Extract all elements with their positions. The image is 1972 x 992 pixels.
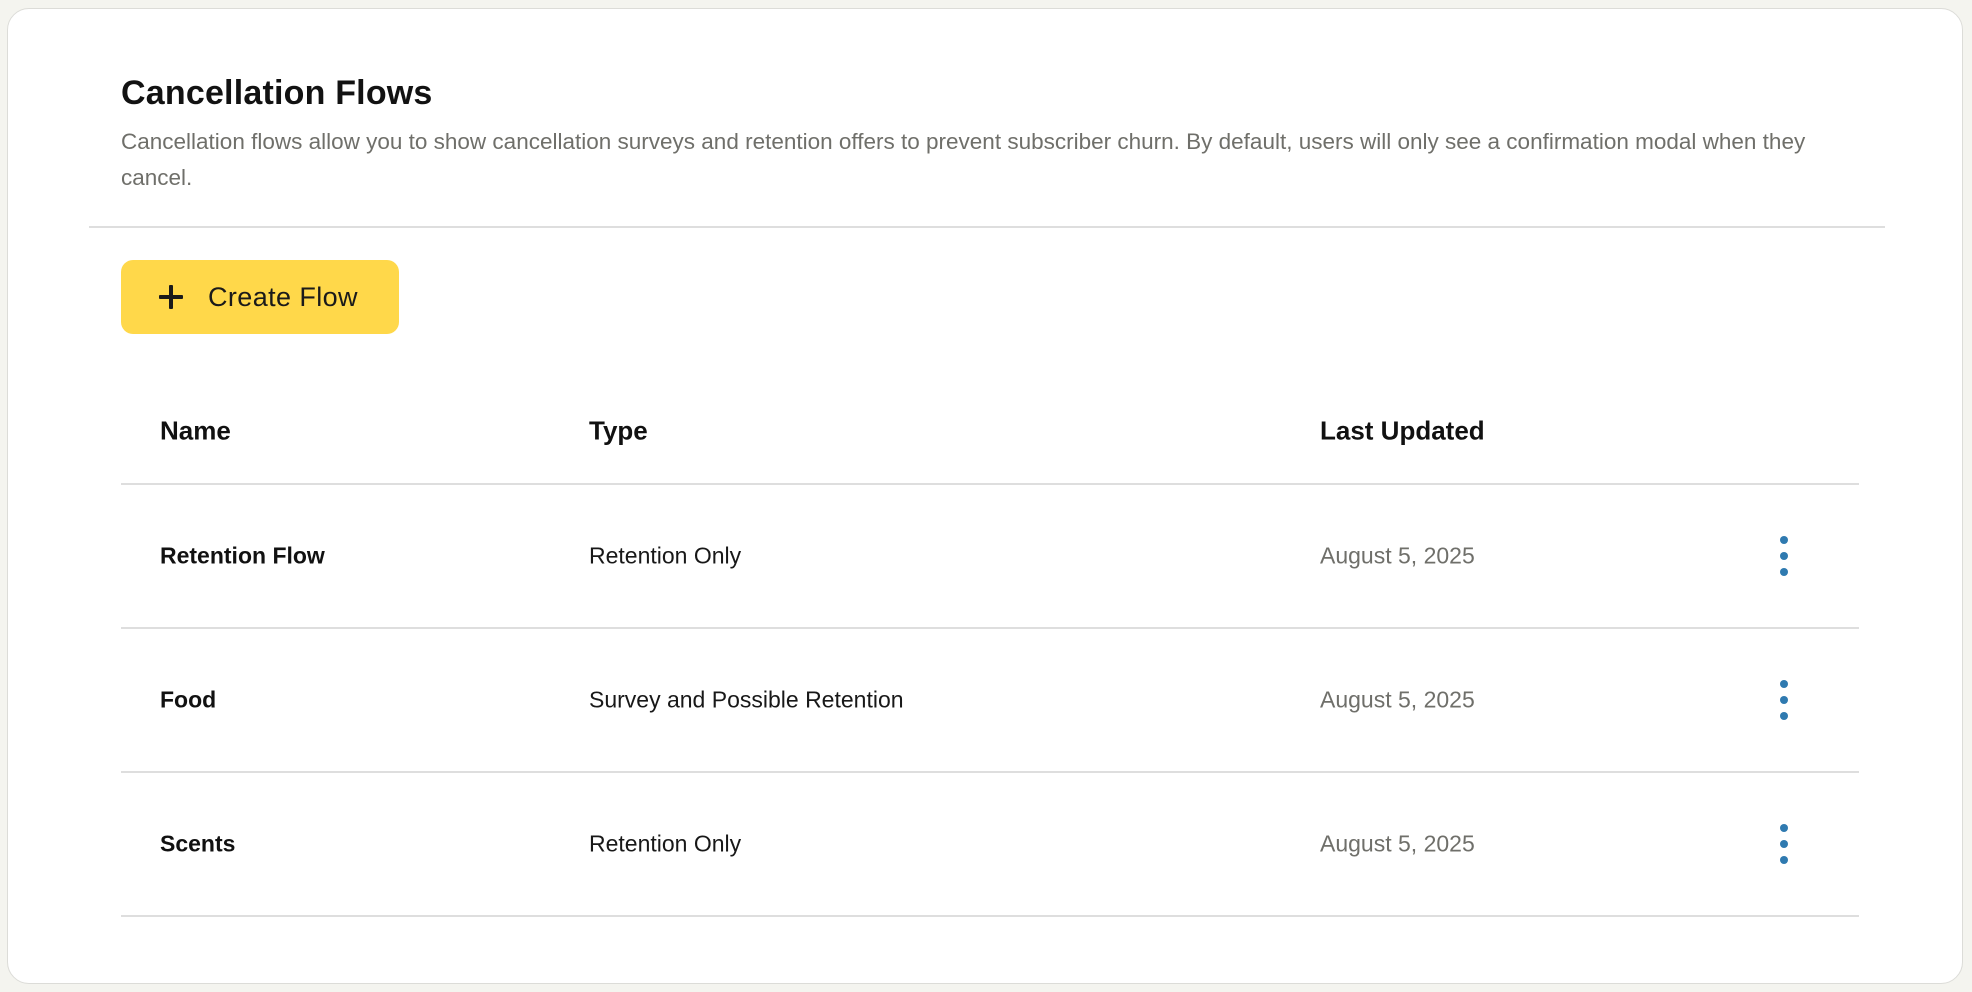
menu-dot (1780, 552, 1788, 560)
menu-dot (1780, 712, 1788, 720)
column-header-name[interactable]: Name (160, 416, 231, 447)
flow-name[interactable]: Retention Flow (160, 543, 325, 570)
page-title: Cancellation Flows (121, 74, 433, 112)
more-vertical-icon[interactable] (1772, 824, 1796, 864)
column-header-last-updated[interactable]: Last Updated (1320, 416, 1485, 447)
table-header-row: Name Type Last Updated (121, 379, 1859, 485)
more-vertical-icon[interactable] (1772, 536, 1796, 576)
menu-dot (1780, 536, 1788, 544)
flow-name[interactable]: Food (160, 687, 216, 714)
page-header: Cancellation Flows Cancellation flows al… (121, 73, 1881, 196)
flows-table: Name Type Last Updated Retention Flow Re… (121, 379, 1859, 917)
cancellation-flows-card: Cancellation Flows Cancellation flows al… (7, 8, 1963, 984)
create-flow-button[interactable]: Create Flow (121, 260, 399, 334)
flow-last-updated: August 5, 2025 (1320, 542, 1475, 569)
flow-name[interactable]: Scents (160, 831, 235, 858)
table-row[interactable]: Retention Flow Retention Only August 5, … (121, 485, 1859, 629)
page-description: Cancellation flows allow you to show can… (121, 128, 1806, 190)
create-flow-label: Create Flow (208, 281, 358, 312)
flow-type: Survey and Possible Retention (589, 686, 904, 713)
more-vertical-icon[interactable] (1772, 680, 1796, 720)
plus-icon (159, 285, 183, 309)
table-row[interactable]: Food Survey and Possible Retention Augus… (121, 629, 1859, 773)
table-row[interactable]: Scents Retention Only August 5, 2025 (121, 773, 1859, 917)
menu-dot (1780, 696, 1788, 704)
flow-last-updated: August 5, 2025 (1320, 830, 1475, 857)
menu-dot (1780, 840, 1788, 848)
flow-last-updated: August 5, 2025 (1320, 686, 1475, 713)
menu-dot (1780, 824, 1788, 832)
menu-dot (1780, 680, 1788, 688)
menu-dot (1780, 856, 1788, 864)
flow-type: Retention Only (589, 830, 742, 857)
header-divider (89, 226, 1885, 228)
menu-dot (1780, 568, 1788, 576)
column-header-type[interactable]: Type (589, 416, 648, 447)
flow-type: Retention Only (589, 542, 742, 569)
